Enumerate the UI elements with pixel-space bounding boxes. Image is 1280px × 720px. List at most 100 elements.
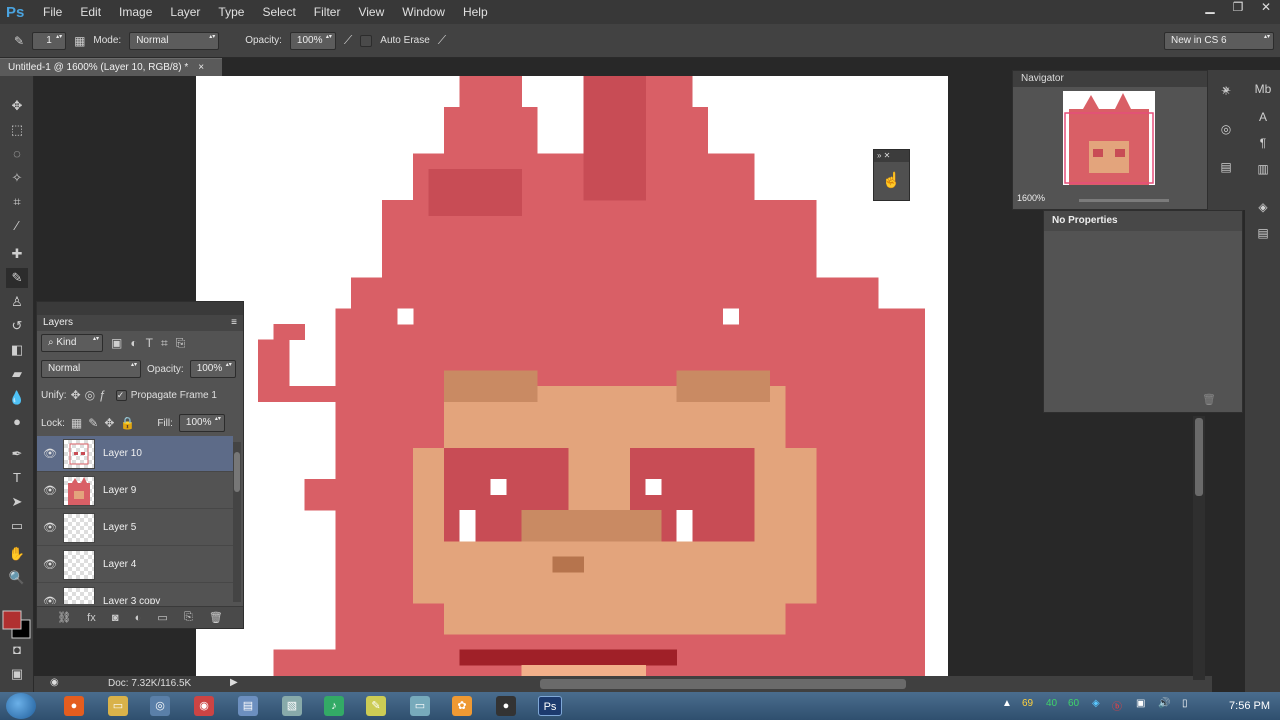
link-layers-icon[interactable]: ⛓: [57, 611, 71, 624]
image-viewer-icon[interactable]: ▧: [282, 696, 302, 716]
pencil-tool-icon[interactable]: ✎: [14, 34, 24, 48]
app-tray-icon[interactable]: ▣: [1136, 698, 1145, 709]
media-icon[interactable]: ◉: [194, 696, 214, 716]
layer-name[interactable]: Layer 3 copy: [103, 596, 160, 604]
filter-pixel-icon[interactable]: ▣: [111, 336, 122, 350]
menu-select[interactable]: Select: [253, 5, 304, 19]
file-icon[interactable]: ▭: [410, 696, 430, 716]
delete-layer-icon[interactable]: 🗑: [209, 611, 223, 624]
lock-transparency-icon[interactable]: ▦: [71, 416, 82, 430]
layers-tab[interactable]: Layers ≡: [37, 315, 243, 331]
menu-view[interactable]: View: [349, 5, 393, 19]
layers-opacity-input[interactable]: 100%: [189, 360, 236, 378]
beats-tray-icon[interactable]: ⓑ: [1112, 698, 1122, 713]
close-document-icon[interactable]: ×: [198, 62, 204, 73]
visibility-eye-icon[interactable]: 👁: [37, 558, 63, 571]
menu-help[interactable]: Help: [454, 5, 497, 19]
layer-style-icon[interactable]: fx: [87, 612, 96, 624]
menu-filter[interactable]: Filter: [305, 5, 350, 19]
new-group-icon[interactable]: ▭: [157, 611, 167, 624]
volume-tray-icon[interactable]: 🔊: [1158, 698, 1170, 709]
layer-filter-select[interactable]: ⌕ Kind: [41, 334, 103, 352]
app-2-icon[interactable]: ✿: [452, 696, 472, 716]
network-tray-icon[interactable]: ◈: [1092, 698, 1100, 709]
paragraph-icon[interactable]: ¶: [1251, 132, 1275, 154]
quick-select-tool-icon[interactable]: ✧: [6, 168, 28, 188]
zoom-tool-icon[interactable]: 🔍: [6, 568, 28, 588]
filter-smart-object-icon[interactable]: ⎘: [176, 336, 186, 351]
character-icon[interactable]: A: [1251, 106, 1275, 128]
menu-file[interactable]: File: [34, 5, 71, 19]
layers-dock-icon[interactable]: ◈: [1251, 196, 1275, 218]
brush-panel-icon[interactable]: ▦: [74, 34, 85, 48]
styles-icon[interactable]: ▥: [1251, 158, 1275, 180]
restore-icon[interactable]: ❐: [1224, 0, 1252, 18]
pencil-tool-button-icon[interactable]: ✎: [6, 268, 28, 288]
navigator-thumbnail[interactable]: [1063, 91, 1155, 185]
hand-tool-icon[interactable]: ✋: [6, 544, 28, 564]
close-icon[interactable]: ✕: [1252, 0, 1280, 18]
gradient-tool-icon[interactable]: ▰: [6, 364, 28, 384]
battery-tray-icon[interactable]: ▯: [1182, 698, 1188, 709]
layer-row[interactable]: 👁 Layer 9: [37, 473, 233, 509]
brush-size-picker[interactable]: 1: [32, 31, 67, 50]
layer-name[interactable]: Layer 10: [103, 448, 142, 459]
shape-tool-icon[interactable]: ▭: [6, 516, 28, 536]
snowflake-icon[interactable]: ✳: [1214, 80, 1238, 102]
gesture-icon[interactable]: ☝: [874, 162, 909, 200]
app-icon[interactable]: ◎: [150, 696, 170, 716]
filter-adjustment-icon[interactable]: ◐: [130, 336, 137, 350]
unify-position-icon[interactable]: ✥: [71, 388, 81, 402]
layer-name[interactable]: Layer 4: [103, 559, 136, 570]
menu-image[interactable]: Image: [110, 5, 161, 19]
layer-name[interactable]: Layer 5: [103, 522, 136, 533]
layer-row[interactable]: 👁 Layer 10: [37, 436, 233, 472]
propagate-checkbox[interactable]: ✓: [115, 389, 127, 401]
floating-panel-header[interactable]: » ✕: [874, 150, 909, 162]
layer-row[interactable]: 👁 Layer 3 copy: [37, 584, 233, 604]
new-layer-icon[interactable]: ⎘: [184, 611, 193, 624]
status-menu-arrow-icon[interactable]: ▶: [230, 677, 238, 688]
unify-style-icon[interactable]: ƒ: [99, 388, 106, 402]
sound-app-icon[interactable]: ♪: [324, 696, 344, 716]
layers-panel-header[interactable]: [37, 302, 243, 315]
eyedropper-tool-icon[interactable]: ⁄: [6, 216, 28, 236]
blur-tool-icon[interactable]: 💧: [6, 388, 28, 408]
fill-input[interactable]: 100%: [178, 414, 225, 432]
stamp-tool-icon[interactable]: ♙: [6, 292, 28, 312]
filter-shape-icon[interactable]: ⌗: [161, 336, 168, 351]
tray-arrow-icon[interactable]: ▲: [1002, 698, 1012, 709]
lock-pixels-icon[interactable]: ✎: [88, 416, 98, 430]
auto-erase-checkbox[interactable]: [360, 34, 373, 47]
color-swatches[interactable]: [2, 610, 32, 640]
history-brush-tool-icon[interactable]: ↺: [6, 316, 28, 336]
palette-icon[interactable]: ◎: [1214, 118, 1238, 140]
navigator-title[interactable]: Navigator: [1013, 71, 1207, 87]
mode-select[interactable]: Normal: [129, 31, 220, 50]
document-canvas[interactable]: [196, 76, 948, 676]
add-mask-icon[interactable]: ◙: [112, 612, 119, 624]
mini-bridge-icon[interactable]: Mb: [1251, 78, 1275, 100]
move-tool-icon[interactable]: ✥: [6, 96, 28, 116]
explorer-icon[interactable]: ▭: [108, 696, 128, 716]
history-icon[interactable]: ▤: [1251, 222, 1275, 244]
lock-position-icon[interactable]: ✥: [104, 416, 114, 430]
vertical-scrollbar[interactable]: [1193, 416, 1205, 680]
marquee-tool-icon[interactable]: ⬚: [6, 120, 28, 140]
trash-icon[interactable]: 🗑: [1202, 393, 1216, 406]
visibility-eye-icon[interactable]: 👁: [37, 595, 63, 604]
crop-tool-icon[interactable]: ⌗: [6, 192, 28, 212]
navigator-zoom[interactable]: 1600%: [1017, 193, 1045, 203]
document-icon[interactable]: ▤: [238, 696, 258, 716]
healing-tool-icon[interactable]: ✚: [6, 244, 28, 264]
pen-tool-icon[interactable]: ✒: [6, 444, 28, 464]
menu-window[interactable]: Window: [393, 5, 454, 19]
menu-layer[interactable]: Layer: [161, 5, 209, 19]
screen-mode-icon[interactable]: ▣: [6, 664, 28, 684]
path-select-tool-icon[interactable]: ➤: [6, 492, 28, 512]
blend-mode-select[interactable]: Normal: [41, 360, 141, 378]
opacity-input[interactable]: 100%: [289, 31, 336, 50]
notes-icon[interactable]: ✎: [366, 696, 386, 716]
filter-type-icon[interactable]: T: [146, 336, 153, 350]
visibility-eye-icon[interactable]: 👁: [37, 521, 63, 534]
